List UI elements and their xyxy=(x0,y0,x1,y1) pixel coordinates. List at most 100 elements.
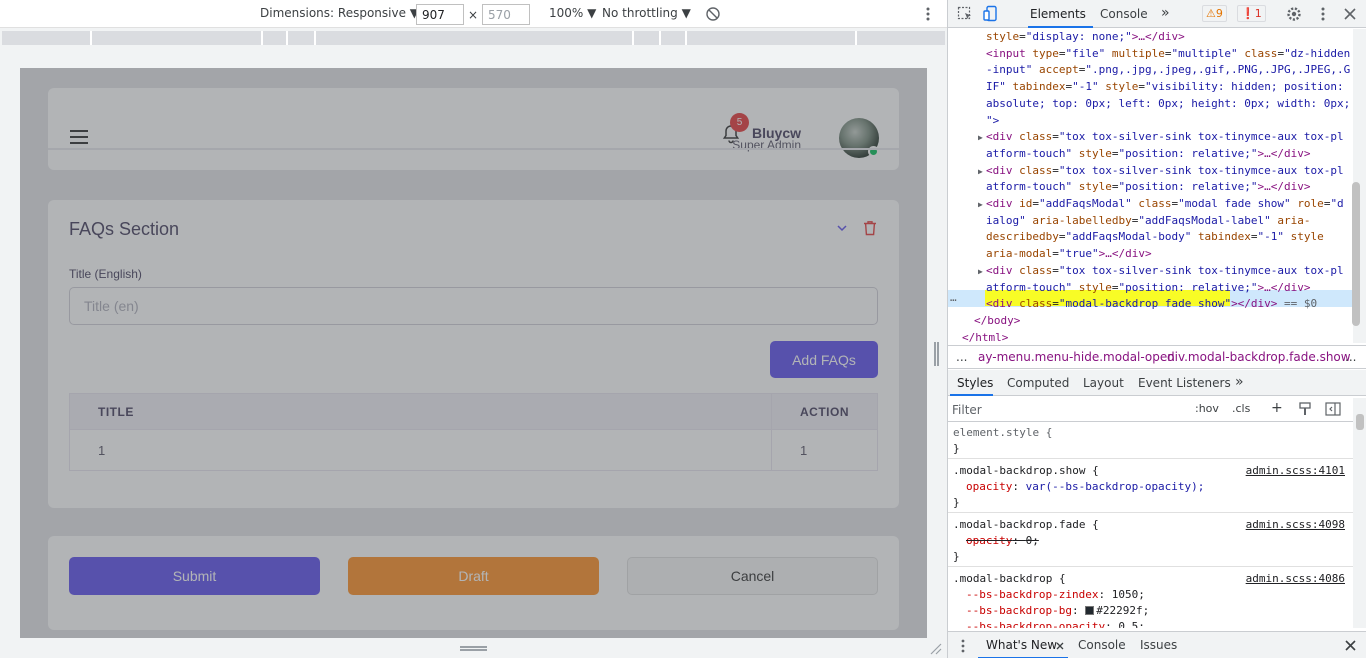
warnings-badge[interactable]: ⚠9 xyxy=(1202,5,1227,22)
expand-triangle-icon[interactable]: ▶ xyxy=(978,264,983,280)
close-icon[interactable] xyxy=(1344,8,1356,20)
tab-whats-new[interactable]: What's New xyxy=(986,638,1057,652)
hover-state-button[interactable]: :hov xyxy=(1195,402,1219,415)
css-property-value[interactable]: 1050; xyxy=(1112,588,1145,601)
drawer-menu-icon[interactable] xyxy=(960,639,966,653)
new-rule-button[interactable]: + xyxy=(1271,400,1283,416)
dom-tree-scrollbar-thumb[interactable] xyxy=(1352,182,1360,326)
viewport-height-input[interactable] xyxy=(482,4,530,25)
dom-token: ialog" xyxy=(986,213,1033,227)
dom-node-line[interactable]: describedby = "addFaqsModal-body" tabindex… xyxy=(948,229,1353,246)
customize-menu-icon[interactable] xyxy=(1318,6,1328,22)
dom-token: == $0 xyxy=(1277,297,1318,311)
css-selector[interactable]: .modal-backdrop.show { xyxy=(953,464,1099,477)
css-selector[interactable]: .modal-backdrop.fade { xyxy=(953,518,1099,531)
styles-scrollbar-thumb[interactable] xyxy=(1356,414,1364,430)
dom-node-line[interactable]: aria-modal="true">…</div> xyxy=(948,246,1353,263)
dom-node-line[interactable]: ialog" aria-labelledby="addFaqsModal-lab… xyxy=(948,213,1353,230)
expand-triangle-icon[interactable]: ▶ xyxy=(978,197,983,213)
expand-triangle-icon[interactable]: ▶ xyxy=(978,130,983,146)
expand-triangle-icon[interactable]: ▶ xyxy=(978,164,983,180)
toggle-sidebar-icon[interactable] xyxy=(1325,402,1341,416)
css-property-name[interactable]: --bs-backdrop-zindex xyxy=(966,588,1098,601)
css-source-link[interactable]: admin.scss:4086 xyxy=(1246,571,1345,587)
css-property-name[interactable]: --bs-backdrop-opacity xyxy=(966,620,1105,628)
tab-elements[interactable]: Elements xyxy=(1030,7,1086,21)
tab-console[interactable]: Console xyxy=(1100,7,1148,21)
dom-node-line[interactable]: <div class="modal-backdrop fade show"></… xyxy=(948,296,1353,313)
css-property-value[interactable]: 0; xyxy=(1026,534,1039,547)
dom-node-line[interactable]: IF" tabindex="-1" style="visibility: hid… xyxy=(948,79,1353,96)
css-property-value[interactable]: var(--bs-backdrop-opacity); xyxy=(1026,480,1205,493)
breadcrumb-item[interactable]: ay-menu.menu-hide.modal-open xyxy=(978,350,1175,364)
dom-node-line[interactable]: absolute; top: 0px; left: 0px; height: 0… xyxy=(948,96,1353,113)
dom-token: "d xyxy=(1330,197,1344,210)
dom-node-line[interactable]: atform-touch" style="position: relative;… xyxy=(948,280,1353,297)
dom-node-line[interactable]: <input type="file" multiple="multiple" c… xyxy=(948,46,1353,63)
throttling-select[interactable]: No throttling ▼ xyxy=(602,6,691,20)
css-property-value[interactable]: #22292f; xyxy=(1096,604,1149,617)
dom-node-line[interactable]: </body> xyxy=(948,313,1353,330)
dom-node-line[interactable]: atform-touch" style="position: relative;… xyxy=(948,146,1353,163)
corner-resize-icon[interactable] xyxy=(929,643,943,655)
device-toolbar-toggle-icon[interactable] xyxy=(983,5,999,23)
viewport-width-input[interactable] xyxy=(416,4,464,25)
breadcrumb-item[interactable]: ... xyxy=(956,350,967,364)
tab-event-listeners[interactable]: Event Listeners xyxy=(1138,376,1231,390)
dom-node-line[interactable]: ▶ <div class="tox tox-silver-sink tox-tin… xyxy=(948,129,1353,146)
dom-node-line[interactable]: </html> xyxy=(948,330,1353,343)
css-selector[interactable]: element.style { xyxy=(953,426,1052,439)
dom-node-line[interactable]: atform-touch" style="position: relative;… xyxy=(948,179,1353,196)
zoom-select[interactable]: 100% ▼ xyxy=(549,6,596,20)
styles-rules-pane[interactable]: element.style {} .modal-backdrop.show { ad… xyxy=(948,423,1353,628)
css-rule[interactable]: .modal-backdrop { admin.scss:4086 --bs-bac… xyxy=(948,569,1353,628)
more-options-icon[interactable] xyxy=(922,6,934,22)
errors-badge[interactable]: ❗1 xyxy=(1237,5,1266,22)
breadcrumb-item[interactable]: div.modal-backdrop.fade.show xyxy=(1167,350,1351,364)
dom-token: "addFaqsModal-label" xyxy=(1138,213,1278,227)
dimensions-select[interactable]: Dimensions: Responsive ▼ xyxy=(260,6,419,20)
dom-node-line[interactable]: style="display: none;">…</div> xyxy=(948,29,1353,46)
more-tabs-icon[interactable]: » xyxy=(1161,5,1170,21)
paint-brush-icon[interactable] xyxy=(1298,402,1312,416)
tab-issues[interactable]: Issues xyxy=(1140,638,1177,652)
viewport-width-resize-handle[interactable] xyxy=(934,342,939,366)
media-query-ruler[interactable] xyxy=(2,31,945,45)
css-source-link[interactable]: admin.scss:4098 xyxy=(1246,517,1345,533)
tab-layout[interactable]: Layout xyxy=(1083,376,1124,390)
css-rule[interactable]: .modal-backdrop.show { admin.scss:4101 opa… xyxy=(948,461,1353,513)
tab-drawer-console[interactable]: Console xyxy=(1078,638,1126,652)
dom-node-line[interactable]: -input" accept=".png,.jpg,.jpeg,.gif,.PN… xyxy=(948,62,1353,79)
css-property-name[interactable]: opacity xyxy=(966,480,1012,493)
close-tab-icon[interactable] xyxy=(1056,642,1064,650)
styles-filter-input[interactable] xyxy=(952,400,1182,419)
gear-icon[interactable] xyxy=(1286,6,1302,22)
css-rule[interactable]: .modal-backdrop.fade { admin.scss:4098 opa… xyxy=(948,515,1353,567)
css-property-name[interactable]: opacity xyxy=(966,534,1012,547)
dom-node-line[interactable]: ▶ <div class="tox tox-silver-sink tox-tin… xyxy=(948,263,1353,280)
class-toggle-button[interactable]: .cls xyxy=(1232,402,1250,415)
css-property-name[interactable]: --bs-backdrop-bg xyxy=(966,604,1072,617)
dom-token: class xyxy=(1019,263,1053,277)
dom-node-line[interactable]: ▶ <div id="addFaqsModal" class="modal fad… xyxy=(948,196,1353,213)
dom-node-line[interactable]: "> xyxy=(948,113,1353,130)
close-drawer-icon[interactable] xyxy=(1345,640,1356,651)
css-rule[interactable]: element.style {} xyxy=(948,423,1353,459)
css-selector[interactable]: .modal-backdrop { xyxy=(953,572,1066,585)
css-property-value[interactable]: 0.5; xyxy=(1118,620,1145,628)
rotate-icon[interactable] xyxy=(705,6,721,22)
inspect-element-icon[interactable] xyxy=(957,6,973,22)
color-swatch[interactable] xyxy=(1085,606,1095,615)
modal-backdrop[interactable] xyxy=(20,68,927,638)
dom-token: "tox tox-silver-sink tox-tinymce-aux tox… xyxy=(1058,263,1344,277)
dom-tree[interactable]: … style="display: none;">…</div> <input t… xyxy=(948,29,1353,343)
tab-computed[interactable]: Computed xyxy=(1007,376,1069,390)
more-tabs-icon[interactable]: » xyxy=(1235,374,1244,390)
breadcrumb-item[interactable]: ... xyxy=(1345,350,1356,364)
dom-node-line[interactable]: ▶ <div class="tox tox-silver-sink tox-tin… xyxy=(948,163,1353,180)
styles-scrollbar-track[interactable] xyxy=(1353,398,1366,628)
tab-styles[interactable]: Styles xyxy=(957,376,993,390)
dom-token: aria- xyxy=(1277,213,1311,227)
css-source-link[interactable]: admin.scss:4101 xyxy=(1246,463,1345,479)
viewport-height-resize-handle[interactable] xyxy=(460,646,487,651)
